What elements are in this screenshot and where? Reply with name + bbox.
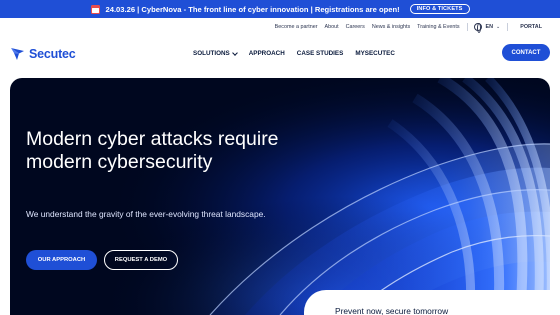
our-approach-button[interactable]: OUR APPROACH (26, 250, 97, 270)
hero-title: Modern cyber attacks require modern cybe… (26, 128, 279, 173)
language-selector[interactable]: EN (486, 24, 494, 30)
menu-item-mysecutec[interactable]: MYSECUTEC (355, 50, 395, 57)
portal-link[interactable]: PORTAL (520, 24, 542, 30)
utility-link-training[interactable]: Training & Events (417, 24, 459, 30)
chevron-down-icon (231, 49, 238, 56)
hero-wave-graphic (10, 78, 550, 315)
menu-item-case-studies[interactable]: CASE STUDIES (297, 50, 344, 57)
primary-menu: SOLUTIONS APPROACH CASE STUDIES MYSECUTE… (193, 49, 395, 57)
brand-name: Secutec (29, 47, 76, 61)
hero-section: Modern cyber attacks require modern cybe… (10, 78, 550, 315)
logo-mark-icon (11, 48, 24, 60)
menu-item-solutions[interactable]: SOLUTIONS (193, 49, 238, 57)
utility-link-careers[interactable]: Careers (346, 24, 365, 30)
utility-link-partner[interactable]: Become a partner (275, 24, 318, 30)
info-tickets-button[interactable]: INFO & TICKETS (409, 4, 470, 14)
utility-link-news[interactable]: News & insights (372, 24, 410, 30)
request-demo-button[interactable]: REQUEST A DEMO (104, 250, 178, 270)
utility-divider (466, 22, 468, 31)
logo[interactable]: Secutec (11, 47, 76, 61)
globe-icon[interactable] (473, 22, 482, 33)
contact-button[interactable]: CONTACT (502, 44, 550, 61)
chevron-down-icon[interactable]: ⌄ (496, 24, 500, 30)
utility-divider (507, 22, 509, 31)
utility-nav: Become a partner About Careers News & in… (0, 18, 560, 35)
hero-subtitle: We understand the gravity of the ever-ev… (26, 209, 266, 219)
announcement-text: 24.03.26 | CyberNova - The front line of… (105, 4, 400, 14)
menu-item-approach[interactable]: APPROACH (249, 50, 285, 57)
main-nav: Secutec SOLUTIONS APPROACH CASE STUDIES … (0, 36, 560, 72)
menu-item-label: SOLUTIONS (193, 50, 230, 57)
utility-link-about[interactable]: About (325, 24, 339, 30)
calendar-icon (90, 4, 100, 14)
hero-tagline: Prevent now, secure tomorrow (335, 306, 449, 315)
announcement-bar: 24.03.26 | CyberNova - The front line of… (0, 0, 560, 18)
